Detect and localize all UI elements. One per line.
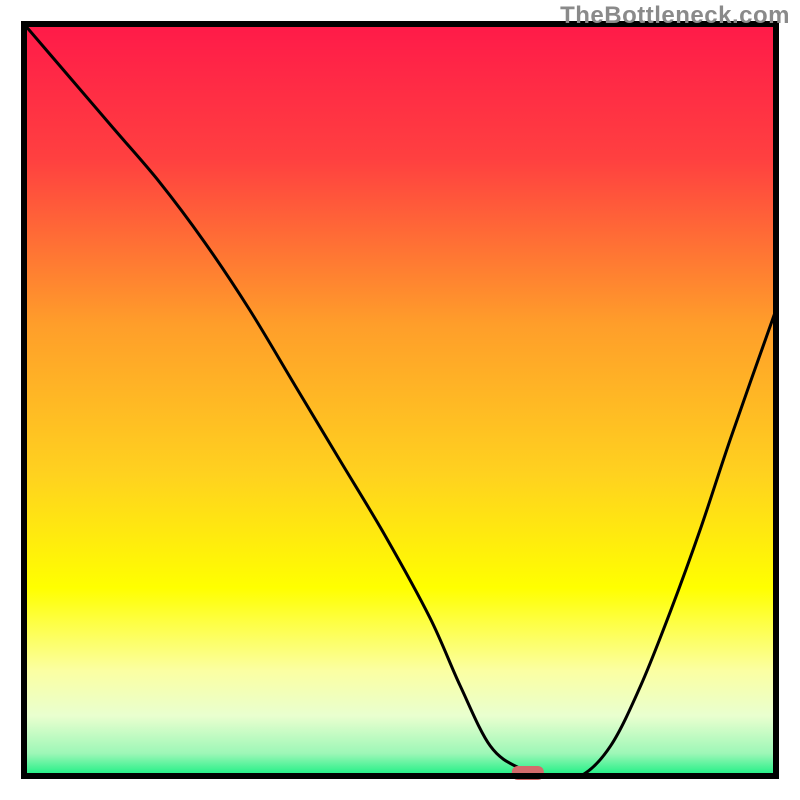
chart-background bbox=[24, 24, 776, 776]
watermark-text: TheBottleneck.com bbox=[560, 2, 790, 30]
bottleneck-chart: TheBottleneck.com bbox=[0, 0, 800, 800]
chart-svg bbox=[0, 0, 800, 800]
